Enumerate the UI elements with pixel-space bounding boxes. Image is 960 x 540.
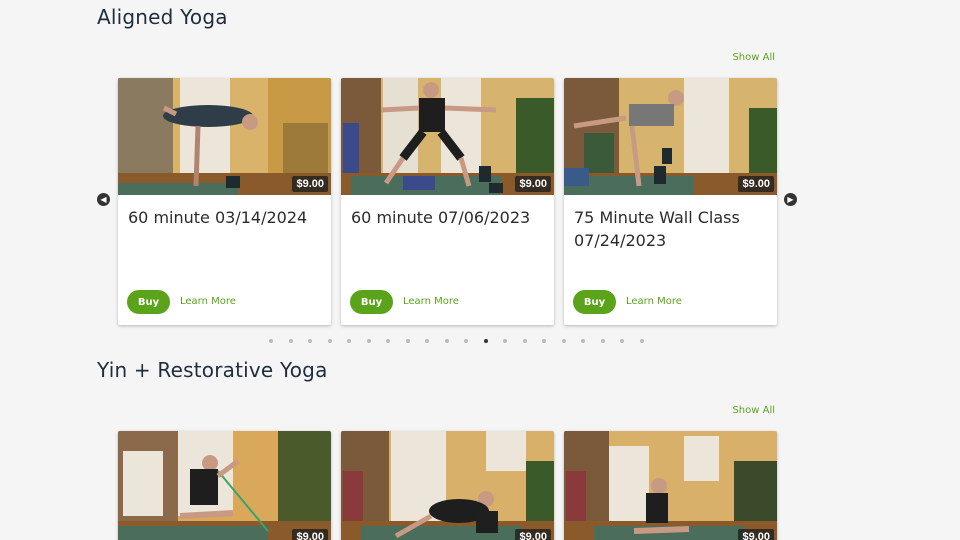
pagination-dot[interactable] [308,339,312,343]
pagination-dot[interactable] [366,339,371,343]
product-card: $9.00 60 minute 07/06/2023 Buy Learn Mor… [341,78,554,325]
product-card: $9.00 60 minute 03/14/2024 Buy Learn Mor… [118,78,331,325]
pagination-dot[interactable] [327,339,332,343]
pagination-dot[interactable] [600,339,605,343]
product-thumbnail[interactable]: $9.00 [118,431,331,540]
product-thumbnail[interactable]: $9.00 [118,78,331,195]
pagination-dot[interactable] [347,339,351,343]
product-card: $9.00 75 Minute Wall Class 07/24/2023 Bu… [564,78,777,325]
product-thumbnail[interactable]: $9.00 [341,431,554,540]
show-all-link-yin-restorative-yoga[interactable]: Show All [732,405,775,416]
product-card: $9.00 [118,431,331,540]
pagination-dot[interactable] [464,339,468,343]
learn-more-link[interactable]: Learn More [403,296,459,307]
product-thumbnail[interactable]: $9.00 [341,78,554,195]
pagination-dot[interactable] [620,339,624,343]
carousel-next-button[interactable]: ▶ [784,193,797,206]
pagination-dot[interactable] [425,339,429,343]
chevron-left-icon: ◀ [100,195,107,204]
pagination-dot[interactable] [444,339,449,343]
buy-button[interactable]: Buy [573,290,616,314]
product-thumbnail[interactable]: $9.00 [564,78,777,195]
price-badge: $9.00 [292,529,328,540]
carousel-prev-button[interactable]: ◀ [97,193,110,206]
product-card: $9.00 [564,431,777,540]
section-title-yin-restorative-yoga: Yin + Restorative Yoga [97,358,328,382]
learn-more-link[interactable]: Learn More [180,296,236,307]
pagination-dot[interactable] [522,339,527,343]
pagination-dot-active[interactable] [483,339,488,343]
price-badge: $9.00 [515,529,551,540]
pagination-dot[interactable] [269,339,273,343]
price-badge: $9.00 [738,529,774,540]
pagination-dot[interactable] [542,339,546,343]
buy-button[interactable]: Buy [350,290,393,314]
pagination-dot[interactable] [405,339,410,343]
product-card: $9.00 [341,431,554,540]
section-title-aligned-yoga: Aligned Yoga [97,5,228,29]
pagination-dot[interactable] [581,339,585,343]
chevron-right-icon: ▶ [787,195,794,204]
pagination-dot[interactable] [561,339,566,343]
price-badge: $9.00 [515,176,551,192]
carousel-pagination [269,339,659,343]
show-all-link-aligned-yoga[interactable]: Show All [732,52,775,63]
pagination-dot[interactable] [288,339,293,343]
card-title[interactable]: 75 Minute Wall Class 07/24/2023 [574,206,767,252]
price-badge: $9.00 [738,176,774,192]
buy-button[interactable]: Buy [127,290,170,314]
price-badge: $9.00 [292,176,328,192]
pagination-dot[interactable] [639,339,644,343]
pagination-dot[interactable] [386,339,390,343]
product-thumbnail[interactable]: $9.00 [564,431,777,540]
card-title[interactable]: 60 minute 03/14/2024 [128,206,321,229]
learn-more-link[interactable]: Learn More [626,296,682,307]
pagination-dot[interactable] [503,339,507,343]
card-title[interactable]: 60 minute 07/06/2023 [351,206,544,229]
